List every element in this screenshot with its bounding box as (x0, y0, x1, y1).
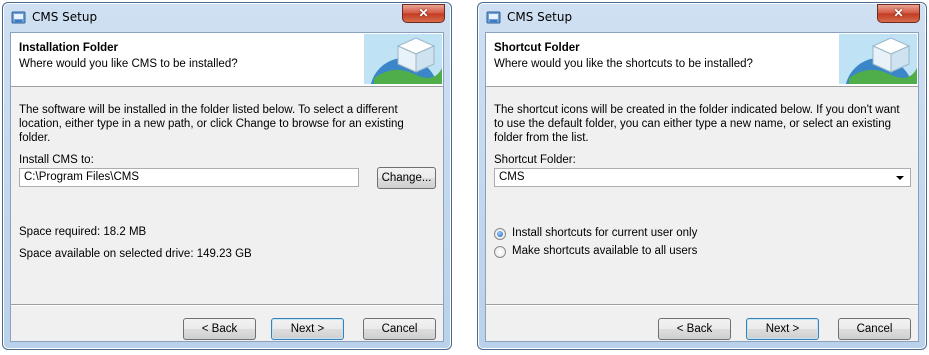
installation-folder-window: CMS Setup ✕ Installation Folder Where wo… (2, 2, 452, 350)
setup-banner-graphic (839, 34, 917, 84)
radio-all-users[interactable] (494, 246, 506, 258)
back-button[interactable]: < Back (658, 318, 731, 340)
dialog-client: Shortcut Folder Where would you like the… (485, 32, 919, 342)
title-bar[interactable]: CMS Setup ✕ (478, 3, 926, 31)
shortcut-folder-value: CMS (499, 171, 525, 183)
window-title: CMS Setup (32, 10, 98, 24)
header-banner: Installation Folder Where would you like… (11, 33, 443, 87)
change-button[interactable]: Change... (377, 167, 436, 189)
shortcut-folder-window: CMS Setup ✕ Shortcut Folder Where would … (477, 2, 927, 350)
cancel-button[interactable]: Cancel (363, 318, 436, 340)
chevron-down-icon[interactable] (896, 176, 904, 180)
setup-app-icon (486, 11, 501, 24)
next-button[interactable]: Next > (746, 318, 819, 340)
dialog-client: Installation Folder Where would you like… (10, 32, 444, 342)
window-title: CMS Setup (507, 10, 573, 24)
next-button[interactable]: Next > (271, 318, 344, 340)
shortcut-folder-label: Shortcut Folder: (494, 154, 576, 166)
install-location-label: Install CMS to: (19, 154, 94, 166)
setup-banner-graphic (364, 34, 442, 84)
close-button[interactable]: ✕ (877, 4, 920, 23)
header-banner: Shortcut Folder Where would you like the… (486, 33, 918, 87)
title-bar[interactable]: CMS Setup ✕ (3, 3, 451, 31)
close-icon: ✕ (893, 6, 904, 20)
page-title: Installation Folder (19, 42, 119, 54)
description-text: The software will be installed in the fo… (19, 104, 404, 144)
close-button[interactable]: ✕ (402, 4, 445, 23)
page-title: Shortcut Folder (494, 42, 580, 54)
divider (486, 304, 918, 306)
shortcut-folder-dropdown[interactable]: CMS (494, 168, 911, 187)
radio-current-user-label[interactable]: Install shortcuts for current user only (512, 227, 697, 239)
space-available-text: Space available on selected drive: 149.2… (19, 248, 252, 260)
radio-current-user[interactable] (494, 228, 506, 240)
page-subtitle: Where would you like the shortcuts to be… (494, 58, 753, 70)
install-path-field[interactable]: C:\Program Files\CMS (19, 168, 359, 187)
space-required-text: Space required: 18.2 MB (19, 226, 147, 238)
page-subtitle: Where would you like CMS to be installed… (19, 58, 238, 70)
setup-app-icon (11, 11, 26, 24)
radio-all-users-label[interactable]: Make shortcuts available to all users (512, 245, 697, 257)
description-text: The shortcut icons will be created in th… (494, 104, 900, 144)
divider (11, 304, 443, 306)
close-icon: ✕ (418, 6, 429, 20)
cancel-button[interactable]: Cancel (838, 318, 911, 340)
back-button[interactable]: < Back (183, 318, 256, 340)
